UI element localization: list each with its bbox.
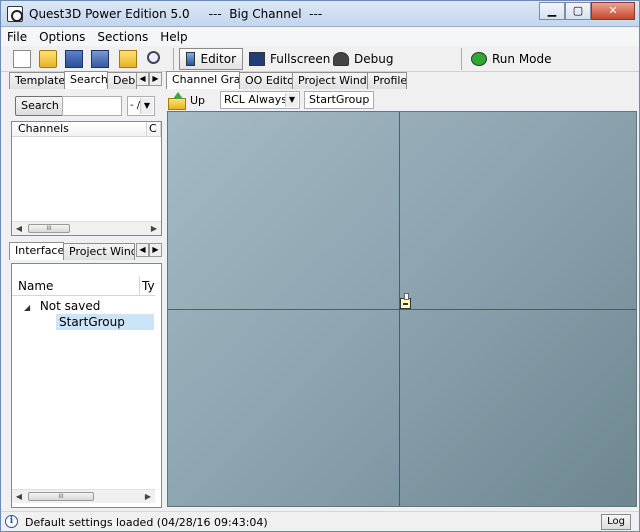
startgroup-button[interactable]: StartGroup: [304, 91, 375, 109]
menu-sections[interactable]: Sections: [91, 28, 154, 46]
run-mode-label: Run Mode: [492, 52, 552, 66]
tab-scroll-left-icon[interactable]: ◀: [136, 72, 149, 86]
channels-list[interactable]: Channels C ◀ III ▶: [11, 121, 162, 236]
scroll-left-icon[interactable]: ◀: [14, 224, 24, 233]
tab-interfaces[interactable]: Interfaces: [9, 242, 64, 260]
canvas-horizontal-axis: [168, 309, 636, 310]
chevron-down-icon[interactable]: ▼: [285, 93, 298, 107]
app-window: Quest3D Power Edition 5.0 --- Big Channe…: [0, 0, 640, 532]
debug-icon: [333, 52, 349, 66]
search-filter-combo[interactable]: - / ▼: [127, 96, 155, 116]
title-bar[interactable]: Quest3D Power Edition 5.0 --- Big Channe…: [1, 1, 639, 27]
open-folder-icon[interactable]: [39, 50, 57, 68]
left-top-tab-scroller: ◀ ▶: [136, 72, 162, 86]
rcl-combo[interactable]: RCL Always ▼: [220, 91, 300, 109]
run-mode-icon: [471, 52, 487, 66]
left-panel: Templates Search Debu ◀ ▶ Search - / ▼ C…: [9, 71, 164, 511]
channels-list-header: Channels C: [12, 122, 161, 137]
info-icon: i: [5, 515, 18, 528]
fullscreen-icon: [249, 52, 265, 66]
window-title: Quest3D Power Edition 5.0 --- Big Channe…: [29, 7, 323, 21]
open-project-icon[interactable]: [119, 50, 137, 68]
channel-graph-canvas[interactable]: [167, 111, 637, 507]
tab-debug[interactable]: Debu: [107, 72, 137, 89]
left-bottom-tab-scroller: ◀ ▶: [136, 243, 162, 257]
tree-item-label: StartGroup: [59, 315, 125, 329]
save-icon[interactable]: [65, 50, 83, 68]
scroll-right-icon[interactable]: ▶: [149, 224, 159, 233]
tree-item-startgroup[interactable]: StartGroup: [56, 314, 154, 330]
search-filter-value: - /: [130, 100, 141, 111]
up-label: Up: [190, 93, 206, 107]
editor-button[interactable]: Editor: [179, 48, 243, 70]
channel-node-icon[interactable]: [400, 293, 411, 309]
save-all-icon[interactable]: [91, 50, 109, 68]
up-folder-icon: [168, 92, 186, 110]
maximize-button[interactable]: ▢: [565, 2, 591, 20]
tab-oo-editor[interactable]: OO Editor: [239, 72, 293, 89]
window-controls: ▁ ▢ ✕: [539, 2, 635, 20]
status-bar: i Default settings loaded (04/28/16 09:4…: [1, 511, 639, 531]
chevron-down-icon[interactable]: ▼: [140, 98, 153, 114]
editor-tabs: Channel Graph OO Editor Project Window P…: [166, 71, 407, 89]
tab-scroll-left-icon[interactable]: ◀: [136, 243, 149, 257]
scroll-right-icon[interactable]: ▶: [143, 492, 153, 501]
app-logo-icon[interactable]: [7, 6, 23, 22]
menu-bar: File Options Sections Help: [1, 28, 639, 46]
scroll-left-icon[interactable]: ◀: [14, 492, 24, 501]
menu-file[interactable]: File: [1, 28, 33, 46]
tab-scroll-right-icon[interactable]: ▶: [149, 243, 162, 257]
tab-profiler[interactable]: Profiler: [367, 72, 407, 89]
debug-label: Debug: [354, 52, 394, 66]
status-text: Default settings loaded (04/28/16 09:43:…: [25, 516, 268, 529]
tab-templates[interactable]: Templates: [9, 72, 65, 89]
interfaces-tree[interactable]: Name Ty ◢ Not saved StartGroup ◀ III ▶: [11, 263, 162, 508]
run-mode-button[interactable]: Run Mode: [465, 48, 558, 70]
editor-icon: [186, 52, 196, 66]
tab-search[interactable]: Search: [64, 71, 108, 89]
tab-project-window[interactable]: Project Window: [63, 243, 135, 260]
menu-help[interactable]: Help: [154, 28, 193, 46]
scroll-thumb[interactable]: III: [28, 492, 94, 501]
search-input[interactable]: [62, 96, 122, 116]
tree-item-not-saved[interactable]: ◢ Not saved: [24, 298, 100, 314]
tab-channel-graph[interactable]: Channel Graph: [166, 71, 240, 89]
main-toolbar: Editor Fullscreen Debug Run Mode: [1, 46, 639, 72]
tab-project-window-right[interactable]: Project Window: [292, 72, 368, 89]
column-type[interactable]: Ty: [140, 276, 155, 296]
expanded-triangle-icon[interactable]: ◢: [24, 300, 36, 316]
fullscreen-label: Fullscreen: [270, 52, 331, 66]
left-top-tabs: Templates Search Debu: [9, 71, 137, 89]
interfaces-hscroll[interactable]: ◀ III ▶: [12, 489, 155, 503]
column-name[interactable]: Name: [12, 276, 140, 296]
toolbar-separator: [173, 48, 174, 70]
column-channels[interactable]: Channels: [12, 122, 147, 137]
up-button[interactable]: Up: [168, 90, 205, 110]
fullscreen-button[interactable]: Fullscreen: [243, 48, 336, 70]
scroll-thumb[interactable]: III: [28, 224, 70, 233]
left-bottom-tabs: Interfaces Project Window: [9, 242, 135, 260]
tree-item-label: Not saved: [39, 299, 101, 313]
column-c[interactable]: C: [147, 122, 161, 137]
find-icon[interactable]: [147, 51, 160, 64]
minimize-button[interactable]: ▁: [539, 2, 565, 20]
search-button[interactable]: Search: [15, 96, 65, 116]
debug-button[interactable]: Debug: [327, 48, 399, 70]
menu-options[interactable]: Options: [33, 28, 91, 46]
close-button[interactable]: ✕: [591, 2, 635, 20]
channels-hscroll[interactable]: ◀ III ▶: [12, 221, 161, 235]
channel-graph-toolbar: Up RCL Always ▼ StartGroup: [166, 89, 637, 111]
toolbar-separator: [461, 48, 462, 70]
editor-label: Editor: [200, 52, 236, 66]
rcl-value: RCL Always: [224, 93, 287, 106]
tab-scroll-right-icon[interactable]: ▶: [149, 72, 162, 86]
new-file-icon[interactable]: [13, 50, 31, 68]
log-button[interactable]: Log: [601, 514, 631, 530]
interfaces-tree-header: Name Ty: [12, 276, 155, 296]
